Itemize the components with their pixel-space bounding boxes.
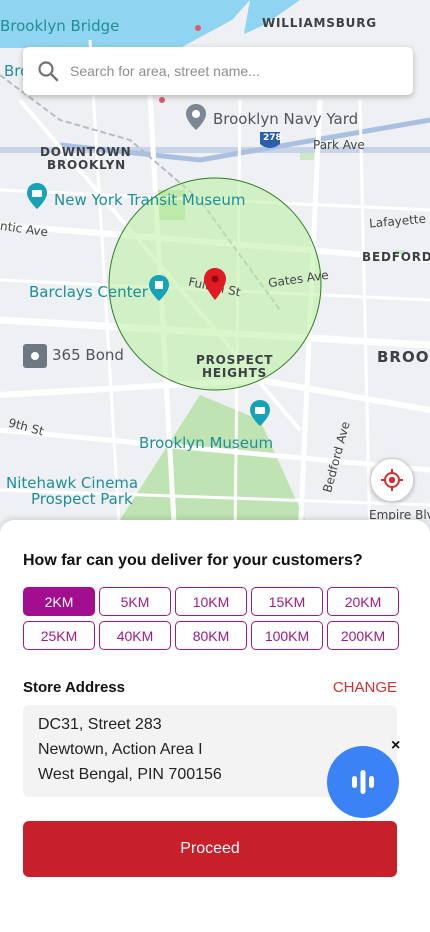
distance-chip-2km[interactable]: 2KM	[23, 587, 95, 616]
voice-assistant-button[interactable]	[327, 746, 399, 818]
voice-wave-icon	[352, 770, 374, 794]
map-pin-icon[interactable]	[203, 268, 227, 300]
change-address-link[interactable]: CHANGE	[333, 679, 397, 696]
map-label-heights: HEIGHTS	[202, 366, 268, 380]
map-poi-bond-icon[interactable]	[23, 344, 47, 368]
target-icon	[381, 469, 403, 491]
map-poi-gray-pin-icon[interactable]	[185, 104, 207, 130]
map-poi-museum-icon-2[interactable]	[249, 400, 271, 426]
map-label-bedford-upper: BEDFORD-	[362, 250, 430, 264]
route-shield-278: 278	[263, 133, 282, 143]
search-input[interactable]: Search for area, street name...	[70, 63, 260, 79]
map-poi-museum-icon[interactable]	[26, 183, 48, 209]
distance-chip-25km[interactable]: 25KM	[23, 621, 95, 650]
map-label-barclays: Barclays Center	[29, 283, 148, 301]
map-label-park-ave: Park Ave	[313, 138, 365, 152]
distance-chip-20km[interactable]: 20KM	[327, 587, 399, 616]
map-label-brooklyn-museum: Brooklyn Museum	[139, 434, 274, 452]
map[interactable]: Brooklyn Bridge WILLIAMSBURG Bro Brookly…	[0, 0, 430, 540]
locate-me-button[interactable]	[370, 458, 414, 502]
map-label-williamsburg: WILLIAMSBURG	[262, 16, 377, 30]
search-bar[interactable]: Search for area, street name...	[23, 47, 413, 95]
close-icon[interactable]: ×	[391, 737, 400, 755]
proceed-button[interactable]: Proceed	[23, 821, 397, 877]
address-line-1: DC31, Street 283	[38, 716, 162, 733]
map-label-365-bond: 365 Bond	[52, 346, 124, 364]
map-label-prospect-park: Prospect Park	[31, 490, 133, 508]
distance-chip-200km[interactable]: 200KM	[327, 621, 399, 650]
map-label-brooklyn-district: BROOKLYN	[47, 158, 126, 172]
map-label-prospect: PROSPECT	[196, 353, 274, 367]
distance-chip-5km[interactable]: 5KM	[99, 587, 171, 616]
distance-chip-10km[interactable]: 10KM	[175, 587, 247, 616]
delivery-question: How far can you deliver for your custome…	[23, 552, 363, 569]
distance-chip-100km[interactable]: 100KM	[251, 621, 323, 650]
map-label-downtown: DOWNTOWN	[40, 145, 132, 159]
map-label-brooklyn-bridge: Brooklyn Bridge	[0, 17, 120, 35]
store-address-label: Store Address	[23, 679, 125, 696]
map-label-transit-museum: New York Transit Museum	[54, 191, 246, 209]
address-line-3: West Bengal, PIN 700156	[38, 766, 222, 783]
search-icon	[38, 61, 59, 82]
delivery-radius-sheet: How far can you deliver for your custome…	[0, 520, 430, 932]
distance-chip-80km[interactable]: 80KM	[175, 621, 247, 650]
map-poi-barclays-icon[interactable]	[148, 275, 170, 301]
distance-chip-15km[interactable]: 15KM	[251, 587, 323, 616]
map-label-navy-yard: Brooklyn Navy Yard	[213, 110, 359, 128]
distance-chip-group: 2KM 5KM 10KM 15KM 20KM 25KM 40KM 80KM 10…	[23, 587, 399, 650]
map-label-brook-partial: BROOK	[377, 348, 430, 366]
distance-chip-40km[interactable]: 40KM	[99, 621, 171, 650]
address-line-2: Newtown, Action Area I	[38, 741, 203, 758]
